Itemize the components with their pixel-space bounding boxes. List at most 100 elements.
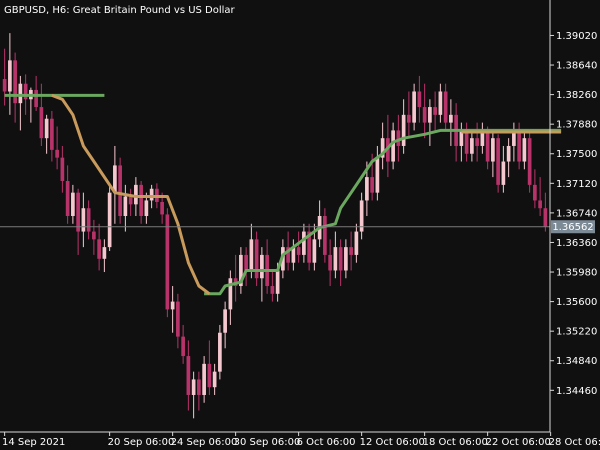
candle-body — [139, 184, 143, 216]
candle-body — [344, 247, 348, 271]
y-tick-label: 1.38260 — [556, 90, 597, 101]
candle-body — [218, 332, 222, 372]
candle-body — [2, 79, 7, 92]
candle-body — [270, 286, 275, 294]
candle-body — [34, 89, 38, 108]
candle-body — [118, 165, 122, 216]
candle-body — [370, 177, 374, 193]
candle-body — [375, 157, 380, 193]
candle-body — [191, 379, 196, 395]
candle-body — [401, 114, 406, 146]
candle-body — [44, 118, 49, 139]
candle-body — [128, 196, 133, 205]
candle-body — [538, 200, 542, 209]
candle-body — [527, 138, 532, 185]
candle-body — [354, 231, 359, 255]
candle-body — [422, 107, 427, 123]
x-tick-label: 20 Sep 06:00 — [108, 437, 175, 448]
candle-body — [517, 130, 521, 162]
candle-body — [176, 301, 180, 337]
x-tick-label: 18 Oct 06:00 — [423, 437, 488, 448]
candle-body — [533, 184, 537, 201]
candle-body — [333, 247, 338, 271]
candle-body — [433, 107, 437, 115]
candle-body — [65, 180, 70, 216]
candle-body — [149, 188, 154, 201]
candle-body — [296, 247, 301, 255]
candle-body — [438, 91, 443, 115]
y-tick-label: 1.34460 — [556, 386, 597, 397]
y-tick-label: 1.39020 — [556, 31, 597, 42]
candle-body — [107, 192, 112, 248]
candle-body — [428, 107, 432, 123]
candle-body — [475, 138, 479, 146]
x-tick-label: 6 Oct 06:00 — [297, 437, 356, 448]
candle-body — [496, 138, 500, 185]
candle-body — [197, 379, 201, 395]
chart-canvas: 1.39020 1.38640 1.38260 1.37880 1.37500 1.371… — [0, 0, 600, 450]
y-tick-label: 1.36360 — [556, 238, 597, 249]
candle-body — [165, 214, 170, 310]
candle-body — [302, 231, 306, 255]
candle-body — [485, 130, 490, 162]
current-price-label: 1.36562 — [552, 222, 593, 233]
candle-body — [543, 208, 548, 227]
current-price-tag: 1.36562 — [551, 220, 595, 234]
y-tick-label: 1.37500 — [556, 149, 597, 160]
candle-body — [23, 83, 28, 100]
candle-body — [18, 83, 23, 104]
candle-body — [417, 91, 422, 108]
y-tick-label: 1.38640 — [556, 61, 597, 72]
candle-body — [522, 138, 527, 162]
candle-body — [55, 149, 59, 158]
x-tick-label: 12 Oct 06:00 — [360, 437, 425, 448]
candle-body — [60, 157, 65, 181]
candle-body — [39, 107, 44, 139]
candle-body — [76, 192, 80, 232]
candle-body — [249, 239, 254, 271]
candle-body — [223, 309, 227, 333]
candle-body — [144, 200, 149, 216]
candle-body — [275, 270, 280, 294]
candle-body — [102, 247, 107, 259]
candle-body — [464, 130, 469, 154]
x-tick-label: 28 Oct 06:00 — [549, 437, 600, 448]
candle-body — [443, 91, 448, 123]
candle-body — [8, 60, 12, 92]
y-tick-label: 1.35600 — [556, 297, 597, 308]
candle-body — [338, 247, 343, 271]
y-tick-label: 1.35980 — [556, 268, 597, 279]
candle-body — [71, 192, 75, 216]
candle-body — [312, 239, 317, 263]
candle-body — [97, 239, 101, 259]
candle-body — [92, 231, 96, 240]
candle-body — [323, 216, 327, 255]
candle-body — [328, 254, 332, 271]
candle-body — [254, 239, 259, 279]
x-tick-label: 22 Oct 06:00 — [486, 437, 551, 448]
candle-body — [506, 145, 511, 162]
chart-title: GBPUSD, H6: Great Britain Pound vs US Do… — [4, 5, 236, 16]
candle-body — [50, 118, 54, 150]
candle-body — [244, 254, 248, 271]
candle-body — [491, 138, 495, 162]
candle-body — [407, 114, 411, 123]
x-tick-label: 24 Sep 06:00 — [171, 437, 238, 448]
x-tick-label: 30 Sep 06:00 — [234, 437, 301, 448]
candle-body — [260, 254, 264, 279]
y-tick-label: 1.37120 — [556, 179, 597, 190]
candle-body — [160, 201, 164, 215]
candle-body — [365, 177, 369, 201]
candle-body — [349, 247, 353, 255]
candle-body — [501, 161, 506, 185]
candle-body — [207, 363, 212, 388]
candle-body — [212, 371, 217, 388]
candle-body — [86, 208, 91, 232]
y-tick-label: 1.35220 — [556, 327, 597, 338]
candle-body — [181, 336, 185, 357]
y-tick-label: 1.36740 — [556, 208, 597, 219]
y-tick-label: 1.34840 — [556, 356, 597, 367]
y-tick-label: 1.37880 — [556, 120, 597, 131]
x-tick-label: 14 Sep 2021 — [2, 437, 65, 448]
candle-body — [202, 363, 206, 395]
